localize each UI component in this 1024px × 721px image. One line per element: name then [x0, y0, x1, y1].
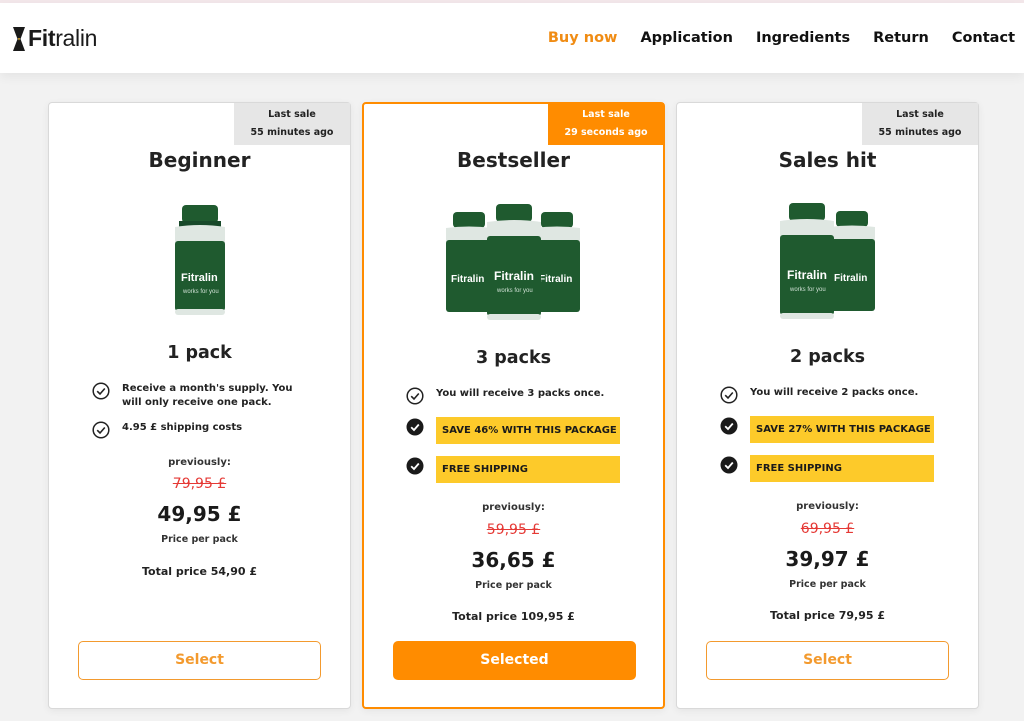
site-header: Fitralin Buy now Application Ingredients… [0, 3, 1024, 73]
previously-label: previously: [168, 457, 231, 468]
feature-item: You will receive 2 packs once. [720, 386, 918, 404]
feature-text: You will receive 2 packs once. [750, 387, 919, 398]
feature-item: 4.95 £ shipping costs [92, 421, 312, 439]
total-price: Total price 54,90 £ [141, 565, 258, 578]
free-shipping-highlight: FREE SHIPPING [750, 455, 934, 482]
badge-label: Last sale [582, 109, 630, 120]
old-price: 59,95 £ [486, 522, 541, 538]
badge-time: 55 minutes ago [250, 127, 334, 138]
badge-label: Last sale [896, 109, 944, 120]
nav-ingredients[interactable]: Ingredients [756, 30, 850, 46]
last-sale-badge: Last sale 29 seconds ago [548, 103, 664, 145]
last-sale-badge: Last sale 55 minutes ago [234, 103, 350, 145]
check-circle-filled-icon [406, 418, 424, 436]
logo-text-light: ralin [55, 25, 98, 51]
feature-item: Receive a month's supply. You will only … [92, 382, 312, 410]
check-circle-icon [720, 386, 738, 404]
feature-text: Receive a month's supply. You will only … [122, 383, 293, 408]
bottles-icon: Fitralin Fitralin Fitralin works for you [445, 204, 580, 320]
check-circle-filled-icon [406, 457, 424, 475]
selected-button[interactable]: Selected [393, 641, 636, 680]
old-price: 69,95 £ [800, 521, 855, 537]
pack-quantity: 2 packs [789, 347, 866, 367]
previously-label: previously: [482, 502, 545, 513]
savings-highlight: SAVE 27% WITH THIS PACKAGE [750, 416, 934, 443]
price-per-pack-label: Price per pack [161, 534, 238, 545]
svg-text:Fitralin: Fitralin [787, 268, 827, 282]
svg-text:works for you: works for you [496, 288, 533, 294]
check-circle-icon [92, 382, 110, 400]
price-per-pack-label: Price per pack [789, 579, 866, 590]
pack-quantity: 3 packs [475, 348, 552, 368]
product-image: Fitralin Fitralin works for you [677, 199, 978, 321]
badge-time: 29 seconds ago [564, 127, 648, 138]
feature-text: You will receive 3 packs once. [436, 388, 605, 399]
current-price: 39,97 £ [785, 547, 870, 571]
main-nav: Buy now Application Ingredients Return C… [525, 30, 1015, 46]
svg-text:works for you: works for you [789, 287, 826, 293]
select-button[interactable]: Select [78, 641, 321, 680]
svg-text:Fitralin: Fitralin [451, 274, 484, 285]
product-image: Fitralin works for you [49, 199, 350, 317]
badge-time: 55 minutes ago [878, 127, 962, 138]
feature-item-highlight: FREE SHIPPING [406, 456, 620, 483]
feature-text: 4.95 £ shipping costs [122, 422, 243, 433]
current-price: 36,65 £ [471, 548, 556, 572]
total-price: Total price 79,95 £ [769, 609, 886, 622]
feature-item-highlight: SAVE 27% WITH THIS PACKAGE [720, 416, 934, 443]
feature-item-highlight: FREE SHIPPING [720, 455, 934, 482]
logo-text-bold: Fit [28, 25, 56, 51]
badge-label: Last sale [268, 109, 316, 120]
brand-logo[interactable]: Fitralin [12, 25, 97, 52]
check-circle-filled-icon [720, 417, 738, 435]
card-title: Bestseller [457, 148, 570, 172]
nav-application[interactable]: Application [640, 30, 733, 46]
total-price: Total price 109,95 £ [452, 610, 575, 623]
svg-text:works for you: works for you [182, 289, 219, 295]
hourglass-icon [13, 26, 25, 51]
free-shipping-highlight: FREE SHIPPING [436, 456, 620, 483]
nav-return[interactable]: Return [873, 30, 929, 46]
pricing-card-bestseller[interactable]: Last sale 29 seconds ago Bestseller Fitr… [362, 102, 665, 709]
bottles-icon: Fitralin Fitralin works for you [779, 203, 875, 319]
nav-buy-now[interactable]: Buy now [548, 30, 618, 46]
pricing-card-beginner[interactable]: Last sale 55 minutes ago Beginner Fitral… [48, 102, 351, 709]
old-price: 79,95 £ [172, 476, 227, 492]
select-button[interactable]: Select [706, 641, 949, 680]
svg-text:Fitralin: Fitralin [181, 272, 218, 284]
pack-quantity: 1 pack [167, 343, 232, 363]
product-image: Fitralin Fitralin Fitralin works for you [364, 200, 663, 322]
price-per-pack-label: Price per pack [475, 580, 552, 591]
check-circle-filled-icon [720, 456, 738, 474]
feature-item: You will receive 3 packs once. [406, 387, 604, 405]
last-sale-badge: Last sale 55 minutes ago [862, 103, 978, 145]
current-price: 49,95 £ [157, 502, 242, 526]
nav-contact[interactable]: Contact [952, 30, 1015, 46]
svg-text:Fitralin: Fitralin [834, 273, 867, 284]
card-title: Sales hit [778, 148, 877, 172]
bottle-icon: Fitralin works for you [174, 205, 225, 315]
previously-label: previously: [796, 501, 859, 512]
svg-text:Fitralin: Fitralin [494, 269, 534, 283]
check-circle-icon [406, 387, 424, 405]
pricing-card-sales-hit[interactable]: Last sale 55 minutes ago Sales hit Fitra… [676, 102, 979, 709]
card-title: Beginner [148, 148, 251, 172]
savings-highlight: SAVE 46% WITH THIS PACKAGE [436, 417, 620, 444]
feature-item-highlight: SAVE 46% WITH THIS PACKAGE [406, 417, 620, 444]
svg-text:Fitralin: Fitralin [539, 274, 572, 285]
check-circle-icon [92, 421, 110, 439]
